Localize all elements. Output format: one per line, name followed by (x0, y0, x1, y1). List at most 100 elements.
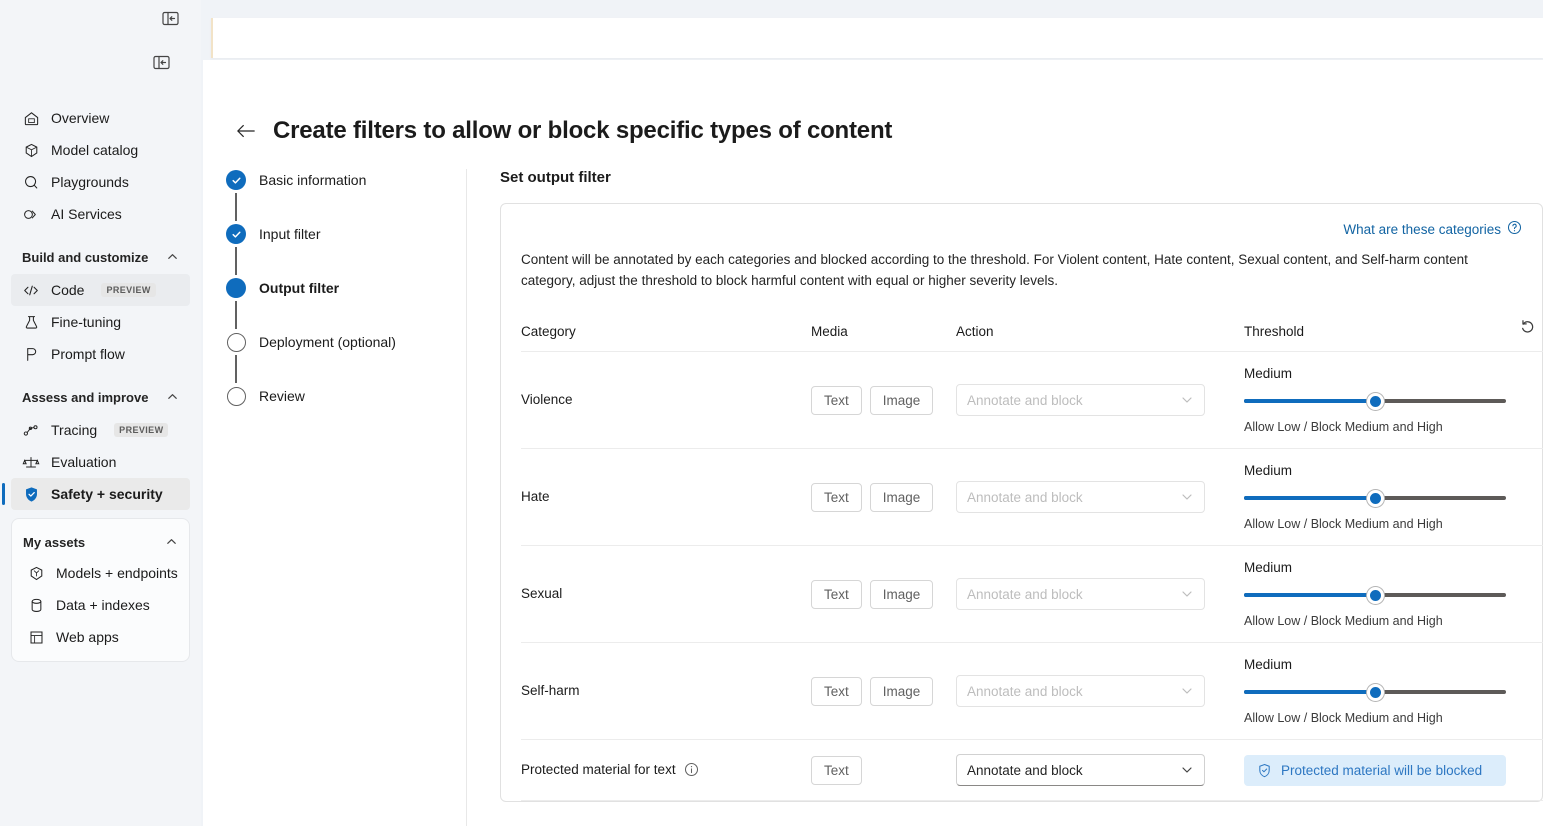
media-button-text[interactable]: Text (811, 756, 862, 785)
page-title: Create filters to allow or block specifi… (273, 117, 892, 145)
threshold-description: Allow Low / Block Medium and High (1244, 711, 1506, 725)
cell-threshold: Medium Allow Low / Block Medium and High (1244, 643, 1514, 740)
media-button-image[interactable]: Image (870, 386, 934, 415)
database-icon (27, 596, 45, 614)
cell-reset (1514, 546, 1543, 643)
reset-arrow-icon[interactable] (1514, 313, 1540, 339)
slider-fill (1244, 690, 1375, 694)
code-icon (22, 281, 40, 299)
cell-action: Annotate and block (956, 643, 1244, 740)
step-basic-information[interactable]: Basic information (225, 169, 466, 191)
step-review[interactable]: Review (225, 385, 466, 407)
cell-threshold: Medium Allow Low / Block Medium and High (1244, 449, 1514, 546)
what-are-these-categories-link[interactable]: What are these categories (1343, 220, 1522, 238)
table-row: Protected material for text (521, 740, 1543, 801)
threshold-slider[interactable] (1244, 685, 1506, 699)
sidebar-item-safety-security[interactable]: Safety + security (11, 478, 190, 510)
media-button-text[interactable]: Text (811, 483, 862, 512)
cell-media: Text Image (811, 352, 956, 449)
media-button-text[interactable]: Text (811, 386, 862, 415)
media-button-image[interactable]: Image (870, 580, 934, 609)
sidebar-item-label: Safety + security (51, 486, 163, 502)
home-icon (22, 109, 40, 127)
sidebar-item-prompt-flow[interactable]: Prompt flow (11, 338, 190, 370)
sidebar-item-label: Data + indexes (56, 597, 150, 613)
link-label: What are these categories (1343, 222, 1501, 237)
cell-threshold: Medium Allow Low / Block Medium and High (1244, 352, 1514, 449)
sidebar-item-tracing[interactable]: Tracing PREVIEW (11, 414, 190, 446)
step-label: Review (259, 385, 305, 407)
status-badge: Protected material will be blocked (1244, 755, 1506, 786)
step-output-filter[interactable]: Output filter (225, 277, 466, 299)
step-connector (235, 193, 237, 221)
step-indicator-done (225, 223, 247, 245)
category-label: Hate (521, 489, 550, 504)
cell-category: Violence (521, 352, 811, 449)
threshold-slider[interactable] (1244, 394, 1506, 408)
sidebar-item-model-catalog[interactable]: Model catalog (11, 134, 190, 166)
media-button-text[interactable]: Text (811, 677, 862, 706)
column-header-action: Action (956, 313, 1244, 352)
panel-collapse-icon-second[interactable] (151, 54, 171, 70)
sidebar-item-code[interactable]: Code PREVIEW (11, 274, 190, 306)
sidebar-group-my-assets[interactable]: My assets (12, 529, 189, 555)
media-button-image[interactable]: Image (870, 677, 934, 706)
my-assets-card: My assets Models + endpoints (11, 518, 190, 662)
action-dropdown[interactable]: Annotate and block (956, 675, 1205, 707)
shield-check-icon (1257, 763, 1272, 778)
flow-icon (22, 345, 40, 363)
sidebar-item-models-endpoints[interactable]: Models + endpoints (16, 557, 185, 589)
media-button-text[interactable]: Text (811, 580, 862, 609)
action-dropdown[interactable]: Annotate and block (956, 578, 1205, 610)
column-header-threshold: Threshold (1244, 313, 1514, 352)
action-dropdown[interactable]: Annotate and block (956, 754, 1205, 786)
cell-category: Protected material for text (521, 740, 811, 801)
media-button-image[interactable]: Image (870, 483, 934, 512)
action-dropdown[interactable]: Annotate and block (956, 384, 1205, 416)
table-row: Self-harm Text Image (521, 643, 1543, 740)
status-badge-label: Protected material will be blocked (1281, 763, 1482, 778)
chevron-up-icon (166, 250, 180, 264)
question-circle-icon (1507, 220, 1522, 238)
sidebar-item-overview[interactable]: Overview (11, 102, 190, 134)
cell-media: Text Image (811, 546, 956, 643)
sidebar-item-fine-tuning[interactable]: Fine-tuning (11, 306, 190, 338)
sidebar: Overview Model catalog P (0, 0, 201, 826)
cell-reset (1514, 740, 1543, 801)
filter-description: Content will be annotated by each catego… (521, 249, 1506, 291)
shield-check-icon (22, 485, 40, 503)
slider-thumb[interactable] (1367, 393, 1384, 410)
step-input-filter[interactable]: Input filter (225, 223, 466, 245)
threshold-slider[interactable] (1244, 491, 1506, 505)
threshold-value-label: Medium (1244, 463, 1506, 478)
slider-thumb[interactable] (1367, 587, 1384, 604)
back-arrow-icon[interactable] (233, 118, 259, 144)
chevron-down-icon (1180, 490, 1194, 504)
cell-reset (1514, 643, 1543, 740)
step-indicator-done (225, 169, 247, 191)
column-header-category: Category (521, 313, 811, 352)
sidebar-item-evaluation[interactable]: Evaluation (11, 446, 190, 478)
sidebar-item-playgrounds[interactable]: Playgrounds (11, 166, 190, 198)
sidebar-group-assess-and-improve[interactable]: Assess and improve (11, 384, 190, 410)
sidebar-item-web-apps[interactable]: Web apps (16, 621, 185, 653)
sidebar-item-ai-services[interactable]: AI Services (11, 198, 190, 230)
sidebar-group-build-and-customize[interactable]: Build and customize (11, 244, 190, 270)
slider-thumb[interactable] (1367, 490, 1384, 507)
content-sheet: Create filters to allow or block specifi… (203, 60, 1543, 826)
page-header: Create filters to allow or block specifi… (203, 60, 1543, 145)
info-circle-icon[interactable] (684, 762, 699, 777)
table-row: Violence Text Image (521, 352, 1543, 449)
action-dropdown[interactable]: Annotate and block (956, 481, 1205, 513)
panel-collapse-icon-top[interactable] (160, 10, 180, 26)
threshold-slider[interactable] (1244, 588, 1506, 602)
column-header-reset (1514, 313, 1543, 352)
services-icon (22, 205, 40, 223)
cell-category: Hate (521, 449, 811, 546)
step-deployment[interactable]: Deployment (optional) (225, 331, 466, 353)
slider-thumb[interactable] (1367, 684, 1384, 701)
cell-media: Text (811, 740, 956, 801)
body-wrap: Basic information Input filter (203, 169, 1543, 826)
sidebar-item-label: Playgrounds (51, 174, 129, 190)
sidebar-item-data-indexes[interactable]: Data + indexes (16, 589, 185, 621)
